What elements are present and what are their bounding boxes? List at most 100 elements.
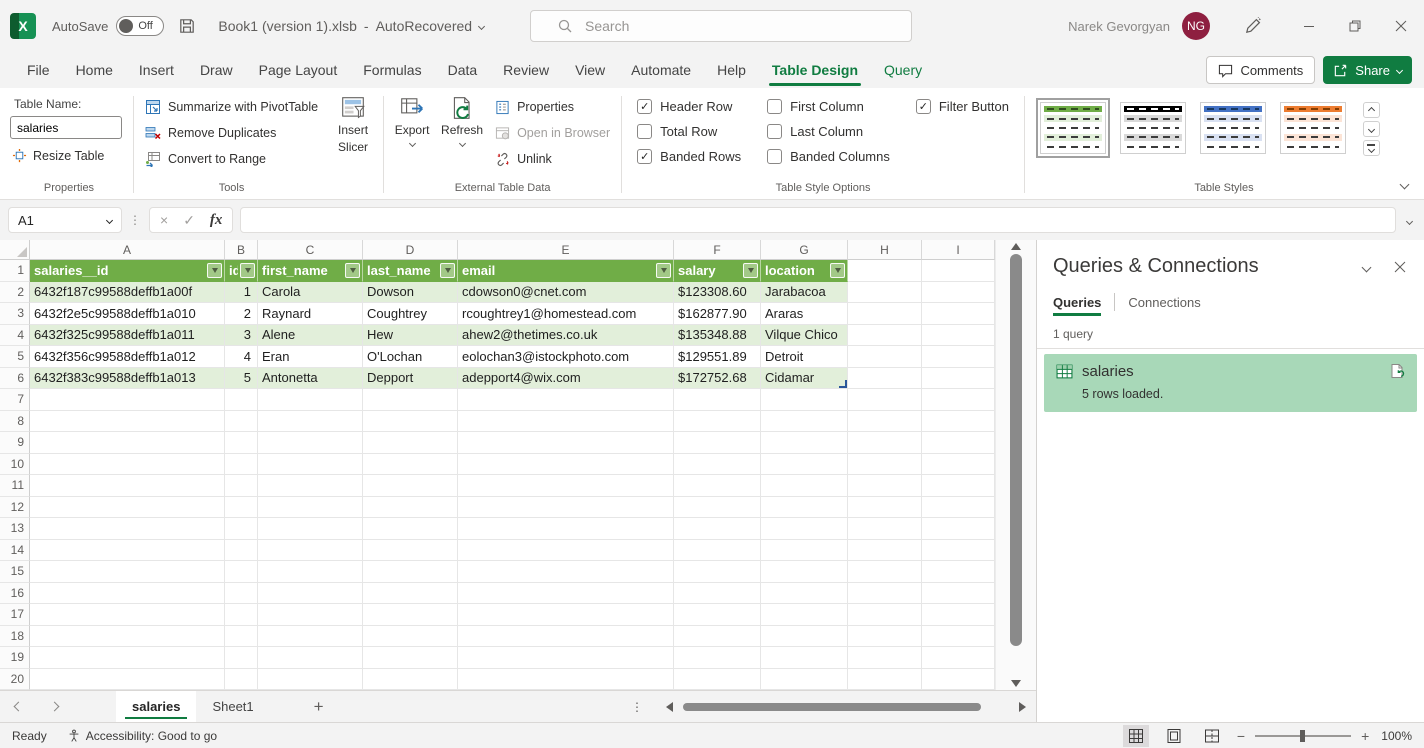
grid-cell[interactable] (458, 561, 674, 583)
row-header-11[interactable]: 11 (0, 475, 30, 497)
table-data-cell[interactable]: rcoughtrey1@homestead.com (458, 303, 674, 325)
page-break-view-button[interactable] (1199, 725, 1225, 747)
grid-cell[interactable] (258, 432, 363, 454)
scroll-up-icon[interactable] (1011, 243, 1021, 250)
ribbon-tab-formulas[interactable]: Formulas (350, 52, 434, 88)
status-ready[interactable]: Ready (12, 729, 47, 743)
row-header-14[interactable]: 14 (0, 540, 30, 562)
grid-cell[interactable] (848, 389, 922, 411)
hscroll-splitter[interactable]: ⋮ (631, 700, 644, 714)
ribbon-tab-query[interactable]: Query (871, 52, 935, 88)
grid-cell[interactable] (848, 411, 922, 433)
grid-cell[interactable] (848, 626, 922, 648)
grid-cell[interactable] (674, 475, 761, 497)
table-data-cell[interactable]: 2 (225, 303, 258, 325)
scroll-left-icon[interactable] (666, 702, 673, 712)
grid-cell[interactable] (848, 669, 922, 691)
table-data-cell[interactable]: Carola (258, 282, 363, 304)
grid-cell[interactable] (922, 518, 995, 540)
grid-cell[interactable] (848, 346, 922, 368)
grid-cell[interactable] (922, 411, 995, 433)
table-data-cell[interactable]: $172752.68 (674, 368, 761, 390)
grid-cell[interactable] (761, 411, 848, 433)
style-option-filter-button[interactable]: Filter Button (916, 99, 1009, 114)
column-header-B[interactable]: B (225, 240, 258, 260)
grid-cell[interactable] (225, 497, 258, 519)
grid-cell[interactable] (922, 561, 995, 583)
minimize-button[interactable] (1286, 0, 1332, 52)
row-header-2[interactable]: 2 (0, 282, 30, 304)
select-all-corner[interactable] (0, 240, 30, 260)
grid-cell[interactable] (30, 475, 225, 497)
grid-cell[interactable] (458, 647, 674, 669)
grid-cell[interactable] (225, 669, 258, 691)
table-data-cell[interactable]: 6432f325c99588deffb1a011 (30, 325, 225, 347)
row-header-4[interactable]: 4 (0, 325, 30, 347)
grid-cell[interactable] (258, 389, 363, 411)
grid-cell[interactable] (761, 389, 848, 411)
gallery-more-button[interactable] (1363, 140, 1380, 156)
pane-collapse-button[interactable] (1363, 258, 1370, 276)
row-header-1[interactable]: 1 (0, 260, 30, 282)
grid-cell[interactable] (363, 475, 458, 497)
grid-cell[interactable] (761, 669, 848, 691)
column-header-I[interactable]: I (922, 240, 995, 260)
grid-cell[interactable] (761, 647, 848, 669)
grid-cell[interactable] (258, 475, 363, 497)
sheet-tab-sheet1[interactable]: Sheet1 (196, 691, 269, 722)
grid-cell[interactable] (848, 561, 922, 583)
grid-cell[interactable] (258, 454, 363, 476)
pane-close-button[interactable] (1394, 261, 1406, 273)
excel-logo-icon[interactable]: X (10, 13, 36, 39)
grid-cell[interactable] (458, 411, 674, 433)
table-data-cell[interactable]: Depport (363, 368, 458, 390)
column-header-H[interactable]: H (848, 240, 922, 260)
grid-cell[interactable] (225, 411, 258, 433)
row-header-16[interactable]: 16 (0, 583, 30, 605)
sheet-nav-next-button[interactable] (36, 703, 72, 710)
table-data-cell[interactable]: ahew2@thetimes.co.uk (458, 325, 674, 347)
style-option-total-row[interactable]: Total Row (637, 124, 741, 139)
checkbox-icon[interactable] (916, 99, 931, 114)
scroll-down-icon[interactable] (1011, 680, 1021, 687)
row-header-8[interactable]: 8 (0, 411, 30, 433)
grid-cell[interactable] (363, 497, 458, 519)
grid-cell[interactable] (848, 454, 922, 476)
insert-function-icon[interactable]: fx (210, 212, 223, 229)
grid-cell[interactable] (258, 411, 363, 433)
table-style-dark[interactable] (1120, 102, 1186, 154)
ribbon-tab-help[interactable]: Help (704, 52, 759, 88)
ribbon-tab-data[interactable]: Data (435, 52, 491, 88)
table-data-cell[interactable]: cdowson0@cnet.com (458, 282, 674, 304)
table-data-cell[interactable]: eolochan3@istockphoto.com (458, 346, 674, 368)
grid-cell[interactable] (761, 583, 848, 605)
row-header-6[interactable]: 6 (0, 368, 30, 390)
grid-cell[interactable] (848, 497, 922, 519)
grid-cell[interactable] (922, 346, 995, 368)
zoom-in-button[interactable]: + (1361, 728, 1369, 744)
column-header-F[interactable]: F (674, 240, 761, 260)
grid-cell[interactable] (922, 604, 995, 626)
grid-cell[interactable] (225, 389, 258, 411)
grid-cell[interactable] (922, 282, 995, 304)
table-header-cell[interactable]: email (458, 260, 674, 282)
column-header-D[interactable]: D (363, 240, 458, 260)
grid-cell[interactable] (363, 561, 458, 583)
row-header-7[interactable]: 7 (0, 389, 30, 411)
grid-cell[interactable] (922, 432, 995, 454)
enter-icon[interactable]: ✓ (183, 212, 195, 229)
normal-view-button[interactable] (1123, 725, 1149, 747)
table-header-cell[interactable]: salaries__id (30, 260, 225, 282)
grid-cell[interactable] (363, 454, 458, 476)
accessibility-status[interactable]: Accessibility: Good to go (67, 729, 217, 743)
filter-button[interactable] (240, 263, 255, 278)
vscroll-thumb[interactable] (1010, 254, 1022, 646)
grid-cell[interactable] (30, 454, 225, 476)
grid-cell[interactable] (761, 604, 848, 626)
grid-cell[interactable] (674, 626, 761, 648)
grid-cell[interactable] (848, 325, 922, 347)
comments-button[interactable]: Comments (1206, 56, 1315, 84)
zoom-slider-handle[interactable] (1300, 730, 1305, 742)
grid-cell[interactable] (363, 411, 458, 433)
grid-cell[interactable] (848, 475, 922, 497)
